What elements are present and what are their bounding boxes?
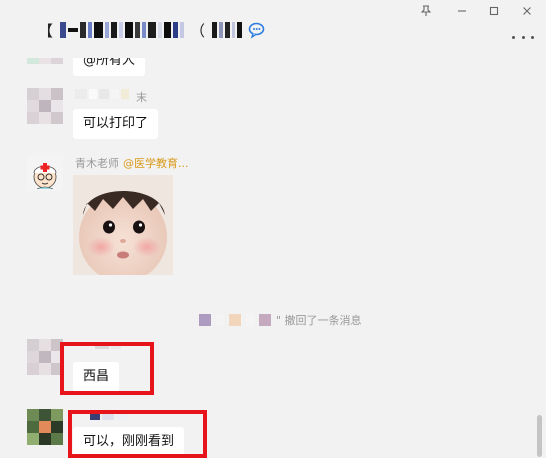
recall-notice: " 撤回了一条消息	[199, 312, 362, 328]
message-bubble[interactable]: @所有人	[73, 58, 146, 76]
chat-title-blurred	[60, 22, 185, 38]
avatar[interactable]	[27, 339, 63, 375]
doctor-avatar-icon	[33, 163, 57, 190]
more-options-icon[interactable]	[512, 32, 534, 42]
recall-text: " 撤回了一条消息	[276, 314, 362, 327]
title-bar: 【 （	[0, 0, 546, 58]
minimize-button[interactable]	[452, 3, 472, 19]
member-count-blurred	[212, 22, 243, 38]
chat-title-prefix: 【	[38, 21, 55, 40]
recalled-user-avatar-blurred	[199, 314, 211, 326]
pin-icon[interactable]	[416, 3, 436, 19]
sender-name: 末	[136, 91, 147, 104]
sender-name-text: 青木老师	[75, 157, 119, 170]
baby-photo	[73, 175, 173, 275]
avatar[interactable]	[27, 409, 63, 445]
maximize-button[interactable]	[484, 3, 504, 19]
sender-tag: @医学教育...	[123, 157, 189, 170]
chat-title-suffix: （	[190, 21, 207, 40]
close-button[interactable]	[517, 3, 537, 19]
chat-title[interactable]: 【 （	[38, 20, 266, 40]
sender-name-blurred	[75, 89, 129, 99]
avatar[interactable]	[27, 155, 63, 191]
spacer	[246, 314, 254, 326]
avatar[interactable]	[27, 58, 63, 64]
highlight-box	[68, 410, 207, 458]
recalled-user-avatar-blurred	[259, 314, 271, 326]
chat-message-list[interactable]: @所有人 末 可以打印了 青木老师 @医学教育... " 撤回了一条消息 西昌 …	[0, 58, 546, 458]
avatar[interactable]	[27, 88, 63, 124]
chat-bubble-icon[interactable]	[248, 21, 266, 39]
scrollbar[interactable]	[537, 415, 542, 457]
spacer	[216, 314, 224, 326]
message-bubble[interactable]: 可以打印了	[73, 109, 159, 139]
highlight-box	[60, 342, 154, 395]
recalled-user-avatar-blurred	[229, 314, 241, 326]
image-message[interactable]	[73, 175, 173, 275]
sender-name: 青木老师 @医学教育...	[75, 155, 189, 171]
